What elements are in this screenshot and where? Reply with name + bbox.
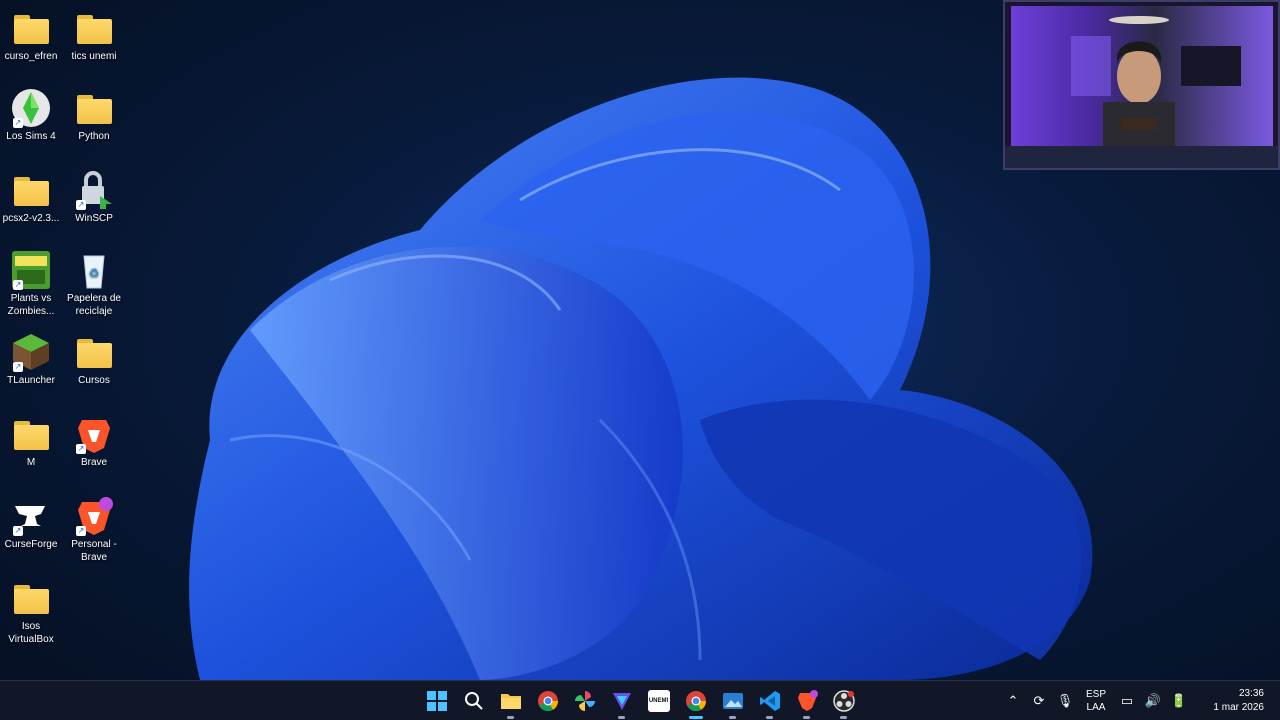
running-indicator [689, 716, 703, 719]
desktop-icon-tlauncher[interactable]: ↗ TLauncher [0, 332, 62, 387]
folder-icon [500, 690, 522, 712]
shortcut-arrow-icon: ↗ [76, 200, 86, 210]
brave-icon [796, 690, 818, 712]
desktop-icon-personal-brave[interactable]: ↗ Personal - Brave [63, 496, 125, 564]
desktop-icon-curseforge[interactable]: ↗ CurseForge [0, 496, 62, 551]
running-indicator [729, 716, 736, 719]
desktop-icon-grid: curso_efren tics unemi ↗ Los Sims 4 Pyth… [0, 0, 130, 680]
taskbar-app-2[interactable] [714, 681, 751, 720]
vpn-icon [611, 690, 633, 712]
shortcut-arrow-icon: ↗ [76, 444, 86, 454]
desktop-icon-m[interactable]: M [0, 414, 62, 469]
chevron-up-icon: ⌃ [1007, 693, 1019, 708]
folder-icon [11, 170, 51, 210]
taskbar-obs[interactable] [825, 681, 862, 720]
desktop-icon-brave[interactable]: ↗ Brave [63, 414, 125, 469]
desktop-icon-tics-unemi[interactable]: tics unemi [63, 8, 125, 63]
desktop-icon-curso-efren[interactable]: curso_efren [0, 8, 62, 63]
battery-icon: 🔋 [1170, 693, 1188, 708]
taskbar-chrome-active[interactable] [677, 681, 714, 720]
svg-text:♻: ♻ [89, 266, 100, 280]
shortcut-arrow-icon: ↗ [13, 280, 23, 290]
pinwheel-icon [574, 690, 596, 712]
running-indicator [803, 716, 810, 719]
webcam-video [1011, 6, 1273, 148]
microphone-tray-button[interactable]: 🎙 [1052, 681, 1078, 720]
taskbar-file-explorer[interactable] [492, 681, 529, 720]
system-tray: ⌃ ⟳ 🎙 ESP LAA ▭ 🔊 🔋 23:36 1 mar 2026 [1000, 681, 1280, 720]
vscode-icon [759, 690, 781, 712]
shortcut-arrow-icon: ↗ [13, 526, 23, 536]
folder-icon [11, 578, 51, 618]
taskbar-photos[interactable] [566, 681, 603, 720]
taskbar-vscode[interactable] [751, 681, 788, 720]
running-indicator [766, 716, 773, 719]
taskbar-app-1[interactable] [603, 681, 640, 720]
desktop: curso_efren tics unemi ↗ Los Sims 4 Pyth… [0, 0, 1280, 720]
folder-icon [74, 88, 114, 128]
running-indicator [840, 716, 847, 719]
battery-tray-button[interactable]: 🔋 [1166, 681, 1192, 720]
shortcut-arrow-icon: ↗ [76, 526, 86, 536]
chrome-icon [685, 690, 707, 712]
desktop-icon-cursos[interactable]: Cursos [63, 332, 125, 387]
unemi-icon: UNEMI [647, 690, 670, 712]
shortcut-arrow-icon: ↗ [13, 118, 23, 128]
desktop-icon-python[interactable]: Python [63, 88, 125, 143]
speaker-icon: 🔊 [1144, 693, 1162, 708]
webcam-overlay [1003, 0, 1280, 170]
network-icon: ▭ [1120, 693, 1134, 708]
sync-tray-button[interactable]: ⟳ [1026, 681, 1052, 720]
desktop-icon-winscp[interactable]: ↗ WinSCP [63, 170, 125, 225]
desktop-icon-isos-virtualbox[interactable]: Isos VirtualBox [0, 578, 62, 646]
microphone-icon: 🎙 [1056, 693, 1074, 708]
language-indicator[interactable]: ESP LAA [1078, 688, 1114, 714]
start-button[interactable] [418, 681, 455, 720]
desktop-icon-plants-vs-zombies[interactable]: ↗ Plants vs Zombies... [0, 250, 62, 318]
taskbar-chrome[interactable] [529, 681, 566, 720]
folder-icon [74, 332, 114, 372]
curseforge-anvil-icon: ↗ [11, 496, 51, 536]
brave-lion-icon: ↗ [74, 414, 114, 454]
brave-lion-icon: ↗ [74, 496, 114, 536]
taskbar-unemi[interactable]: UNEMI [640, 681, 677, 720]
chrome-icon [537, 690, 559, 712]
clock[interactable]: 23:36 1 mar 2026 [1192, 687, 1280, 715]
winscp-lock-icon: ↗ [74, 170, 114, 210]
obs-icon [832, 690, 855, 712]
desktop-icon-los-sims-4[interactable]: ↗ Los Sims 4 [0, 88, 62, 143]
folder-icon [11, 414, 51, 454]
recycle-bin-icon: ♻ [74, 250, 114, 290]
running-indicator [507, 716, 514, 719]
pvz-icon: ↗ [11, 250, 51, 290]
sims-plumbob-icon: ↗ [11, 88, 51, 128]
minecraft-grass-block-icon: ↗ [11, 332, 51, 372]
network-tray-button[interactable]: ▭ [1114, 681, 1140, 720]
show-hidden-icons-button[interactable]: ⌃ [1000, 681, 1026, 720]
taskbar-brave[interactable] [788, 681, 825, 720]
taskbar-apps: UNEMI [418, 681, 862, 720]
shortcut-arrow-icon: ↗ [13, 362, 23, 372]
search-icon [463, 690, 485, 712]
desktop-icon-pcsx2[interactable]: pcsx2-v2.3... [0, 170, 62, 225]
sync-icon: ⟳ [1033, 693, 1045, 708]
webcam-frame [1005, 146, 1278, 168]
volume-tray-button[interactable]: 🔊 [1140, 681, 1166, 720]
image-icon [722, 690, 744, 712]
folder-icon [74, 8, 114, 48]
windows-icon [426, 690, 448, 712]
folder-icon [11, 8, 51, 48]
taskbar: UNEMI ⌃ ⟳ 🎙 ESP LAA ▭ 🔊 🔋 23:36 1 mar 20… [0, 680, 1280, 720]
running-indicator [618, 716, 625, 719]
desktop-icon-recycle-bin[interactable]: ♻ Papelera de reciclaje [63, 250, 125, 318]
search-button[interactable] [455, 681, 492, 720]
